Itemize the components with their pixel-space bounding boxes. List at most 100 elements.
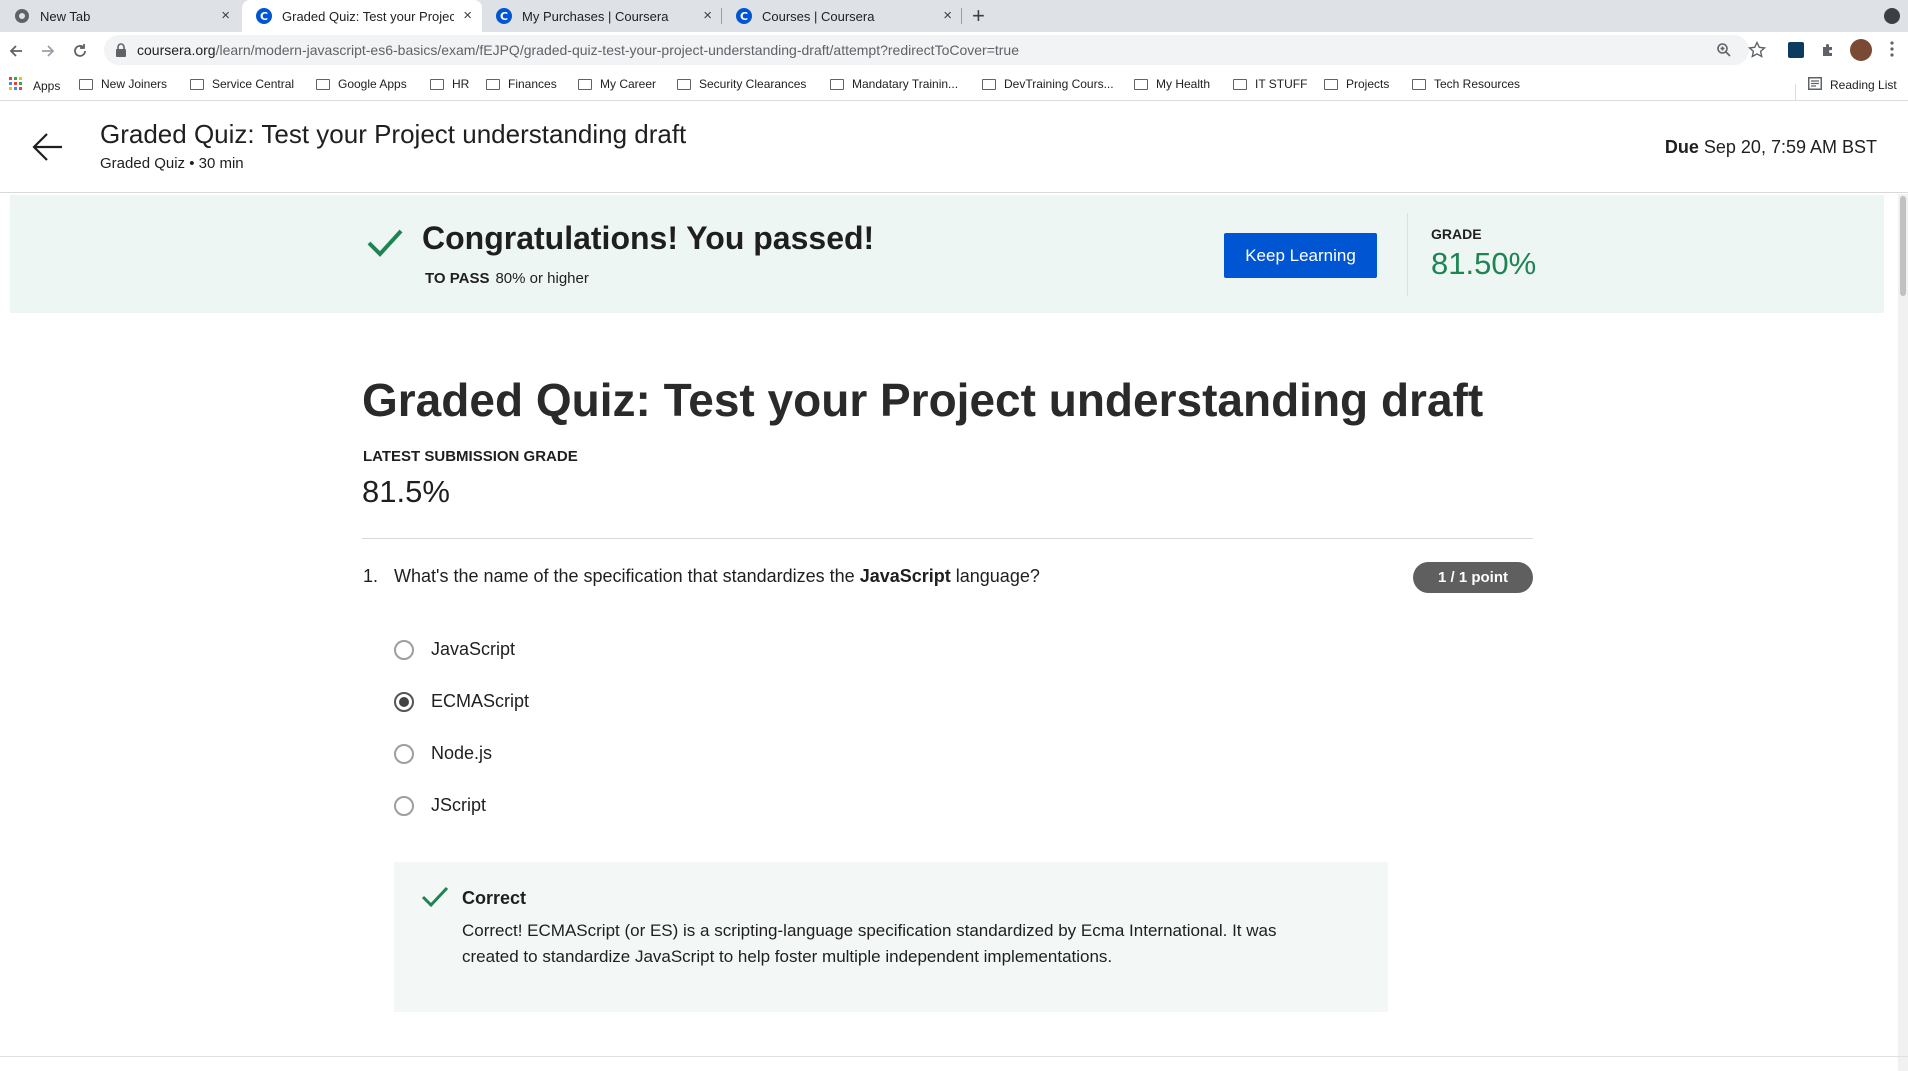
reading-list-button[interactable]: Reading List [1808, 77, 1897, 93]
bookmark-folder[interactable]: IT STUFF [1233, 77, 1307, 91]
option-label[interactable]: JavaScript [431, 639, 515, 660]
pass-message: Congratulations! You passed! [422, 220, 875, 256]
bookmark-folder[interactable]: Service Central [190, 77, 294, 91]
apps-grid-icon [9, 77, 23, 94]
tab-graded-quiz[interactable]: C Graded Quiz: Test your Project × [242, 0, 482, 32]
url-host: coursera.org [137, 42, 216, 58]
tab-strip: New Tab × C Graded Quiz: Test your Proje… [0, 0, 1908, 32]
bookmark-label: Finances [508, 77, 557, 91]
svg-text:C: C [740, 10, 748, 23]
lock-icon [115, 43, 127, 62]
folder-icon [1134, 78, 1148, 90]
scrollbar-thumb[interactable] [1900, 196, 1906, 296]
bookmark-label: Projects [1346, 77, 1390, 91]
bookmark-folder[interactable]: Tech Resources [1412, 77, 1520, 91]
reading-list-label: Reading List [1830, 78, 1897, 92]
header-subtitle: Graded Quiz • 30 min [100, 155, 244, 172]
grade-value: 81.50% [1431, 246, 1537, 281]
tab-courses[interactable]: C Courses | Coursera × [722, 0, 962, 32]
question-text: What's the name of the specification tha… [394, 566, 1040, 587]
scrollbar[interactable] [1898, 194, 1908, 1071]
option-radio-selected[interactable] [394, 692, 414, 712]
folder-icon [1412, 78, 1426, 90]
header-title: Graded Quiz: Test your Project understan… [100, 119, 687, 149]
folder-icon [190, 78, 204, 90]
due-date: Due Sep 20, 7:59 AM BST [1665, 137, 1877, 158]
tab-title: Graded Quiz: Test your Project [282, 8, 454, 24]
tab-title: Courses | Coursera [762, 8, 875, 24]
option-label[interactable]: ECMAScript [431, 691, 529, 712]
tab-title: New Tab [40, 8, 91, 24]
url-path: /learn/modern-javascript-es6-basics/exam… [215, 42, 1020, 58]
to-pass-info: TO PASS 80% or higher [425, 270, 589, 287]
pass-banner [10, 195, 1884, 313]
close-tab-icon[interactable]: × [943, 8, 952, 24]
bookmark-folder[interactable]: Projects [1324, 77, 1389, 91]
option-label[interactable]: Node.js [431, 743, 492, 764]
correct-check-icon [421, 886, 449, 913]
bookmark-folder[interactable]: New Joiners [79, 77, 167, 91]
bookmark-label: Service Central [212, 77, 295, 91]
banner-divider [1407, 213, 1408, 296]
chrome-menu-icon[interactable] [1890, 41, 1894, 62]
to-pass-value: 80% or higher [495, 270, 589, 287]
bookmark-star-icon[interactable] [1747, 40, 1767, 64]
tab-my-purchases[interactable]: C My Purchases | Coursera × [482, 0, 722, 32]
question-text-bold: JavaScript [859, 566, 951, 586]
extensions-puzzle-icon[interactable] [1820, 42, 1836, 63]
due-value: Sep 20, 7:59 AM BST [1703, 137, 1877, 157]
bookmark-folder[interactable]: HR [430, 77, 469, 91]
option-radio[interactable] [394, 640, 414, 660]
points-badge: 1 / 1 point [1413, 562, 1533, 593]
close-tab-icon[interactable]: × [703, 8, 712, 24]
coursera-icon: C [736, 8, 752, 24]
bookmark-folder[interactable]: Mandatary Trainin... [830, 77, 958, 91]
option-radio[interactable] [394, 744, 414, 764]
content-divider [362, 538, 1533, 539]
tab-separator [961, 8, 962, 24]
folder-icon [79, 78, 93, 90]
due-label: Due [1664, 137, 1699, 157]
bookmark-label: My Career [600, 77, 657, 91]
bookmark-label: Mandatary Trainin... [852, 77, 959, 91]
option-radio[interactable] [394, 796, 414, 816]
new-tab-button[interactable]: + [972, 5, 985, 27]
bookmark-folder[interactable]: Security Clearances [677, 77, 806, 91]
quiz-title: Graded Quiz: Test your Project understan… [362, 374, 1484, 426]
back-icon[interactable] [5, 40, 27, 62]
question-number: 1. [363, 566, 379, 586]
bookmark-folder[interactable]: My Career [578, 77, 656, 91]
folder-icon [982, 78, 996, 90]
bookmark-folder[interactable]: My Health [1134, 77, 1210, 91]
feedback-text-line2: created to standardize JavaScript to hel… [462, 947, 1113, 966]
close-tab-icon[interactable]: × [221, 8, 230, 24]
bookmark-apps[interactable]: Apps [9, 77, 60, 94]
chrome-icon [14, 8, 30, 24]
folder-icon [486, 78, 500, 90]
option-label[interactable]: JScript [431, 795, 486, 816]
latest-grade-label: LATEST SUBMISSION GRADE [363, 448, 578, 465]
tab-new-tab[interactable]: New Tab × [0, 0, 240, 32]
folder-icon [1233, 78, 1247, 90]
reload-icon[interactable] [69, 40, 91, 62]
zoom-icon[interactable] [1716, 42, 1732, 63]
grade-label: GRADE [1431, 226, 1482, 242]
profile-avatar[interactable] [1850, 39, 1872, 61]
tab-search-icon[interactable] [1884, 8, 1900, 24]
extension-react-icon[interactable] [1788, 42, 1804, 58]
bookmark-folder[interactable]: Finances [486, 77, 557, 91]
coursera-icon: C [256, 8, 272, 24]
url-text[interactable]: coursera.org/learn/modern-javascript-es6… [137, 42, 1019, 58]
close-tab-icon[interactable]: × [463, 8, 472, 24]
back-arrow-icon[interactable] [31, 132, 63, 167]
bookmark-folder[interactable]: Google Apps [316, 77, 407, 91]
folder-icon [316, 78, 330, 90]
bookmark-folder[interactable]: DevTraining Cours... [982, 77, 1114, 91]
latest-grade-value: 81.5% [362, 474, 450, 509]
folder-icon [1324, 78, 1338, 90]
forward-icon[interactable] [37, 40, 59, 62]
bookmark-label: Google Apps [338, 77, 407, 91]
keep-learning-button[interactable]: Keep Learning [1224, 233, 1377, 278]
to-pass-label: TO PASS [425, 270, 490, 287]
coursera-icon: C [496, 8, 512, 24]
